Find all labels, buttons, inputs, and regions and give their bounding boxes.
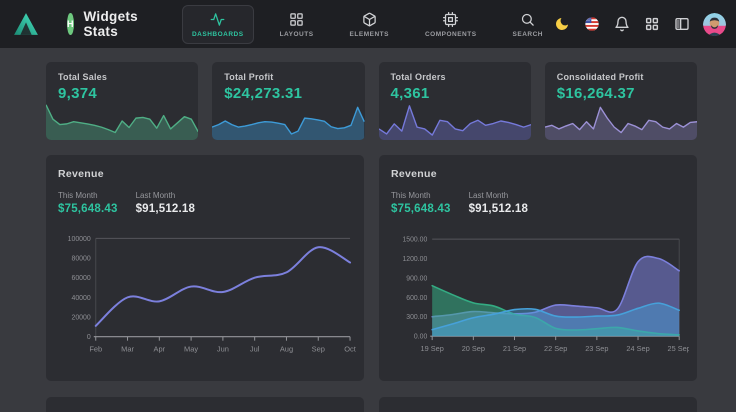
stat-label: Total Orders [379,62,531,82]
svg-text:21 Sep: 21 Sep [503,344,526,353]
svg-text:25 Sep: 25 Sep [668,344,689,353]
stat-value: 4,361 [379,82,531,102]
panel-title: Revenue [58,168,356,180]
svg-text:23 Sep: 23 Sep [585,344,608,353]
svg-text:900.00: 900.00 [406,275,427,282]
revenue-panel-daily: Revenue This Month $75,648.43 Last Month… [379,155,697,381]
layout-grid-icon [289,12,304,27]
svg-text:Feb: Feb [89,345,102,354]
svg-text:Jun: Jun [217,345,229,354]
legend-last-month: Last Month $91,512.18 [136,191,196,215]
header-actions [553,13,726,36]
stat-label: Consolidated Profit [545,62,697,82]
search-icon [520,12,535,27]
apps-icon[interactable] [643,16,660,33]
user-avatar[interactable] [703,13,726,36]
panel-title: Revenue [391,168,689,180]
partial-panel-right [379,397,697,412]
svg-text:40000: 40000 [71,295,90,302]
nav-label: SEARCH [513,31,543,38]
revenue-line-chart[interactable]: 0 20000 40000 60000 80000 100000 Feb Mar Apr May J… [58,224,356,364]
svg-text:Jul: Jul [250,345,260,354]
stat-value: $24,273.31 [212,82,364,102]
revenue-panels-row: Revenue This Month $75,648.43 Last Month… [46,155,697,381]
stat-value: $16,264.37 [545,82,697,102]
revenue-legend: This Month $75,648.43 Last Month $91,512… [58,191,356,215]
cpu-icon [443,12,458,27]
stat-card-consolidated-profit[interactable]: Consolidated Profit $16,264.37 [545,62,697,140]
svg-text:1200.00: 1200.00 [402,256,427,263]
svg-text:100000: 100000 [68,236,91,243]
nav-label: DASHBOARDS [192,31,244,38]
sparkline-chart [212,100,364,140]
svg-text:60000: 60000 [71,275,90,282]
stat-label: Total Sales [46,62,198,82]
stat-cards-row: Total Sales 9,374 Total Profit $24,273.3… [46,62,697,140]
nav-item-search[interactable]: SEARCH [503,5,553,44]
svg-text:600.00: 600.00 [406,295,427,302]
top-navbar: H Widgets Stats DASHBOARDS LAYOUTS ELEME… [0,0,736,48]
nav-item-layouts[interactable]: LAYOUTS [270,5,324,44]
svg-text:19 Sep: 19 Sep [421,344,444,353]
sparkline-chart [379,100,531,140]
app-logo-icon[interactable] [13,12,39,36]
svg-text:Sep: Sep [312,345,325,354]
revenue-area-chart[interactable]: 0.00 300.00 600.00 900.00 1200.00 1500.00 19 S… [391,224,689,364]
sparkline-chart [545,100,697,140]
svg-text:20000: 20000 [71,315,90,322]
page-title: Widgets Stats [84,9,138,39]
stat-card-total-profit[interactable]: Total Profit $24,273.31 [212,62,364,140]
nav-item-dashboards[interactable]: DASHBOARDS [182,5,254,44]
sidebar-toggle-icon[interactable] [673,16,690,33]
svg-text:80000: 80000 [71,256,90,263]
svg-text:24 Sep: 24 Sep [626,344,649,353]
stat-value: 9,374 [46,82,198,102]
svg-text:20 Sep: 20 Sep [462,344,485,353]
revenue-legend: This Month $75,648.43 Last Month $91,512… [391,191,689,215]
nav-label: LAYOUTS [280,31,314,38]
revenue-panel-monthly: Revenue This Month $75,648.43 Last Month… [46,155,364,381]
svg-text:300.00: 300.00 [406,314,427,321]
stat-card-total-orders[interactable]: Total Orders 4,361 [379,62,531,140]
bell-icon[interactable] [613,16,630,33]
partial-panel-left [46,397,364,412]
svg-text:Mar: Mar [121,345,134,354]
svg-text:0.00: 0.00 [414,334,428,341]
workspace-badge[interactable]: H [67,13,74,35]
legend-this-month: This Month $75,648.43 [58,191,118,215]
nav-item-elements[interactable]: ELEMENTS [340,5,399,44]
svg-text:Aug: Aug [280,345,293,354]
stat-label: Total Profit [212,62,364,82]
svg-text:0: 0 [87,334,91,341]
svg-text:Oct: Oct [344,345,356,354]
legend-last-month: Last Month $91,512.18 [469,191,529,215]
svg-text:Apr: Apr [154,345,166,354]
legend-this-month: This Month $75,648.43 [391,191,451,215]
svg-text:May: May [184,345,198,354]
svg-text:22 Sep: 22 Sep [544,344,567,353]
stat-card-total-sales[interactable]: Total Sales 9,374 [46,62,198,140]
us-flag-icon[interactable] [583,16,600,33]
activity-icon [210,12,225,27]
box-icon [362,12,377,27]
nav-item-components[interactable]: COMPONENTS [415,5,487,44]
moon-icon[interactable] [553,16,570,33]
main-content: Total Sales 9,374 Total Profit $24,273.3… [0,48,736,412]
sparkline-chart [46,100,198,140]
main-nav: DASHBOARDS LAYOUTS ELEMENTS COMPONENTS S… [182,5,553,44]
bottom-panels-row [46,397,697,412]
nav-label: ELEMENTS [350,31,389,38]
svg-text:1500.00: 1500.00 [402,237,427,244]
nav-label: COMPONENTS [425,31,477,38]
